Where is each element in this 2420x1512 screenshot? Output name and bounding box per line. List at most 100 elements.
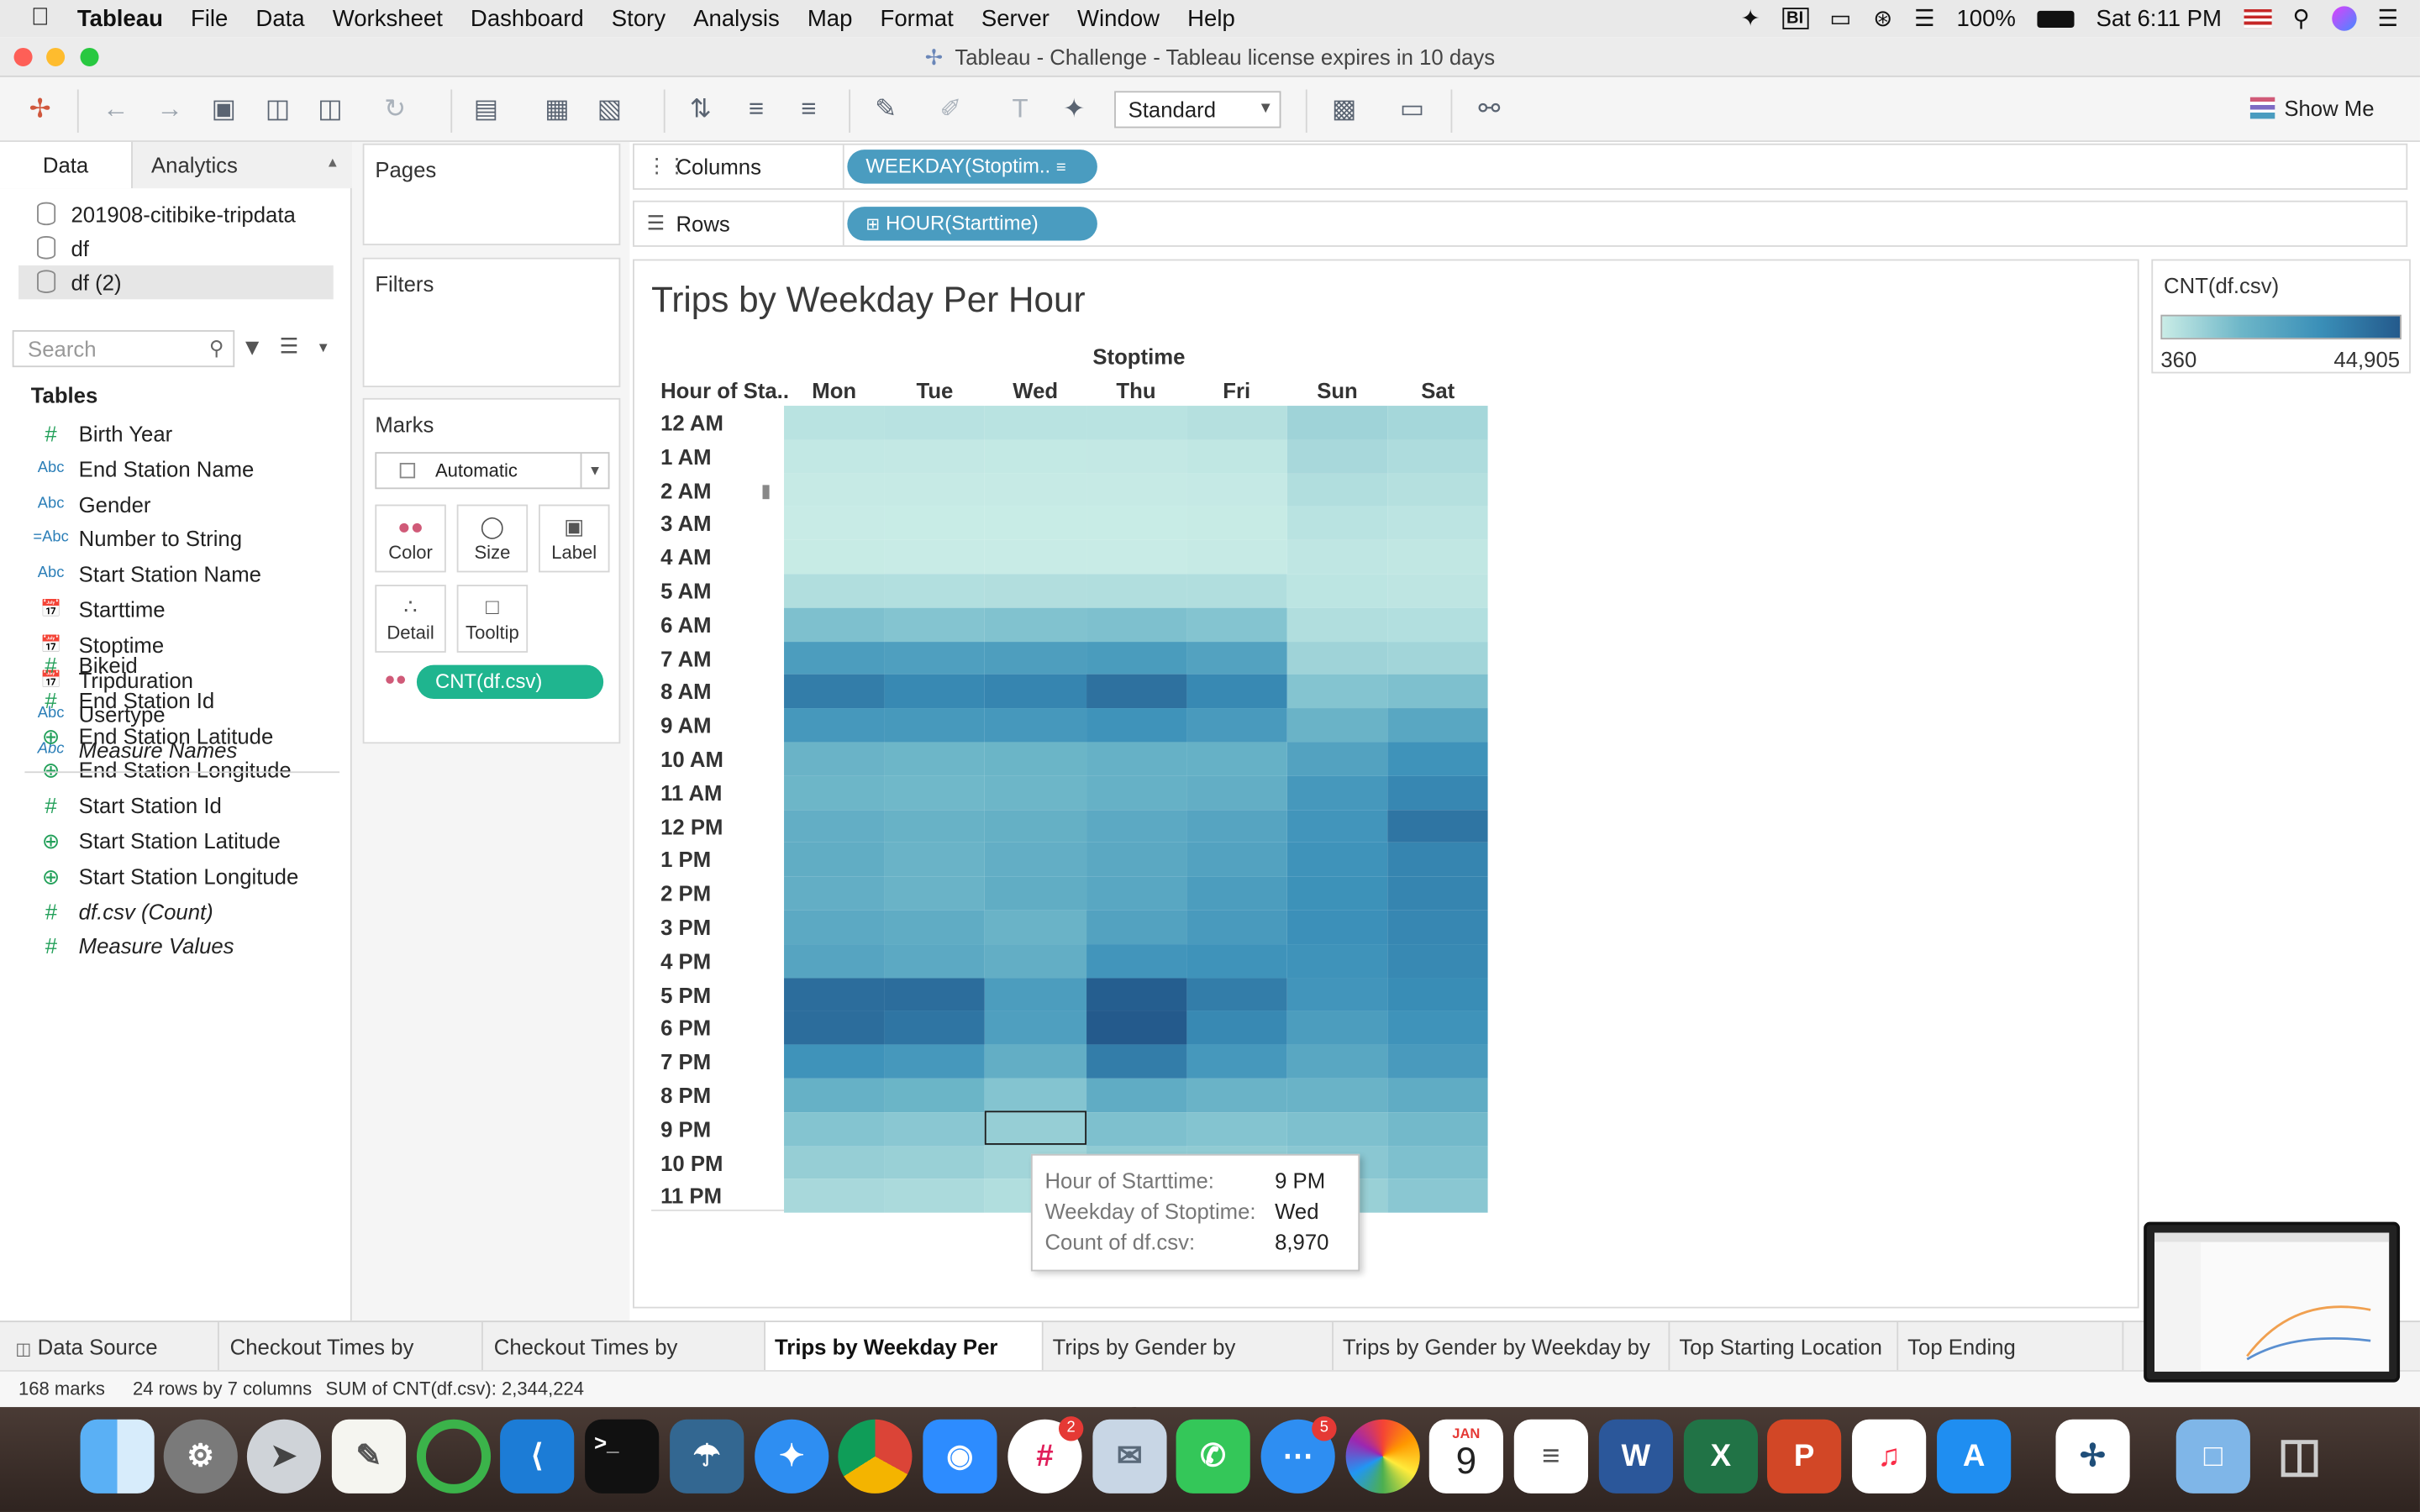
heatmap-cell[interactable] [784,977,885,1011]
menu-format[interactable]: Format [880,5,953,31]
field-end-station-id[interactable]: # End Station Id [24,683,341,717]
tab-trips-weekday-hour[interactable]: Trips by Weekday Per Hour [765,1322,1044,1409]
heatmap-cell[interactable] [1186,507,1287,541]
menu-analysis[interactable]: Analysis [693,5,780,31]
tab-data-source[interactable]: ◫ Data Source [6,1322,219,1372]
word-icon[interactable]: W [1598,1419,1673,1494]
heatmap-cell[interactable] [784,675,885,709]
tab-top-starting-location[interactable]: Top Starting Location [1670,1322,1899,1372]
excel-icon[interactable]: X [1683,1419,1759,1494]
new-worksheet-icon[interactable]: ▤ [469,92,502,126]
menu-help[interactable]: Help [1187,5,1235,31]
field-end-station-latitude[interactable]: ⊕ End Station Latitude [24,718,341,752]
heatmap-cell[interactable] [985,843,1086,877]
tab-checkout-times-users[interactable]: Checkout Times by Users [221,1322,483,1409]
heatmap-cell[interactable] [1186,1011,1287,1045]
facetime-icon[interactable]: ✆ [1176,1419,1250,1494]
heatmap-cell[interactable] [784,708,885,743]
heatmap-cell[interactable] [1086,1011,1187,1045]
trash-icon[interactable]: ◫ [2263,1420,2337,1494]
heatmap-cell[interactable] [1186,910,1287,944]
downloads-folder-icon[interactable]: □ [2175,1419,2250,1494]
heatmap-cell[interactable] [884,876,986,911]
airplay-icon[interactable]: ▭ [1829,5,1851,32]
heatmap-cell[interactable] [985,742,1086,776]
swap-rows-columns-icon[interactable]: ⇅ [684,92,718,126]
heatmap-cell[interactable] [884,1078,986,1112]
field-bikeid[interactable]: # Bikeid [24,648,341,681]
heatmap-cell[interactable] [884,540,986,575]
heatmap-cell[interactable] [884,977,986,1011]
row-label-8-am[interactable]: 8 AM [660,680,784,704]
wifi-icon[interactable]: ☰ [1914,5,1935,32]
row-label-3-pm[interactable]: 3 PM [660,915,784,939]
heatmap-cell[interactable] [1387,910,1489,944]
heatmap-cell[interactable] [1387,843,1489,877]
heatmap-cell[interactable] [884,574,986,608]
heatmap-cell[interactable] [1086,607,1187,642]
column-label-sat[interactable]: Sat [1388,378,1488,402]
data-source-citibike[interactable]: 201908-citibike-tripdata [18,197,334,231]
row-label-12-am[interactable]: 12 AM [660,411,784,435]
heatmap-cell[interactable] [784,876,885,911]
heatmap-cell[interactable] [884,809,986,843]
field-birth-year[interactable]: # Birth Year [24,417,341,450]
heatmap-cell[interactable] [985,1044,1086,1079]
row-label-5-pm[interactable]: 5 PM [660,982,784,1006]
row-label-9-am[interactable]: 9 AM [660,713,784,738]
tab-trips-gender-weekday[interactable]: Trips by Gender by Weekday [1044,1322,1334,1409]
row-label-12-pm[interactable]: 12 PM [660,814,784,838]
show-me-button[interactable]: Show Me [2249,96,2375,120]
view-options-chevron-icon[interactable]: ▼ [317,339,330,354]
tab-checkout-times-gender[interactable]: Checkout Times by Gender [485,1322,766,1409]
heatmap-cell[interactable] [1186,775,1287,810]
heatmap-cell[interactable] [1186,540,1287,575]
heatmap-cell[interactable] [985,439,1086,474]
heatmap-cell[interactable] [784,910,885,944]
column-label-mon[interactable]: Mon [784,378,884,402]
heatmap-cell[interactable] [1286,977,1388,1011]
heatmap-cell[interactable] [1086,876,1187,911]
field-start-station-longitude[interactable]: ⊕ Start Station Longitude [24,859,341,893]
heatmap-cell[interactable] [1186,1078,1287,1112]
heatmap-cell[interactable] [1186,843,1287,877]
heatmap-cell[interactable] [1387,507,1489,541]
heatmap-cell[interactable] [784,507,885,541]
heatmap-cell[interactable] [884,439,986,474]
system-preferences-icon[interactable]: ⚙ [163,1419,238,1494]
field-end-station-name[interactable]: Abc End Station Name [24,452,341,486]
field-start-station-name[interactable]: Abc Start Station Name [24,557,341,591]
field-df-csv-count[interactable]: # df.csv (Count) [24,895,341,928]
heatmap-cell[interactable] [1286,507,1388,541]
heatmap-cell[interactable] [1086,675,1187,709]
menu-worksheet[interactable]: Worksheet [333,5,443,31]
heatmap-cell[interactable] [1286,439,1388,474]
undo-icon[interactable]: ← [99,92,133,126]
detail-button[interactable]: ∴ Detail [375,585,446,653]
heatmap-cell[interactable] [884,1011,986,1045]
column-label-tue[interactable]: Tue [885,378,985,402]
view-options-icon[interactable]: ☰ [279,333,298,360]
fit-select[interactable]: Standard ▼ [1114,91,1281,129]
heatmap-cell[interactable] [1186,574,1287,608]
heatmap-cell[interactable] [884,641,986,675]
heatmap-cell[interactable] [784,607,885,642]
heatmap-cell[interactable] [1387,1111,1489,1146]
heatmap-cell[interactable] [1286,641,1388,675]
heatmap-cell[interactable] [884,910,986,944]
heatmap-cell[interactable] [1186,708,1287,743]
tableau-logo-icon[interactable]: ✢ [24,92,57,126]
rows-pill[interactable]: ⊞ HOUR(Starttime) [847,207,1097,241]
label-button[interactable]: ▣ Label [539,504,610,573]
heatmap-cell[interactable] [1186,977,1287,1011]
column-label-thu[interactable]: Thu [1086,378,1186,402]
search-input[interactable]: Search ⚲ [12,330,235,368]
vscode-icon[interactable]: ⟨ [500,1419,575,1494]
menu-story[interactable]: Story [612,5,666,31]
row-label-7-am[interactable]: 7 AM [660,646,784,670]
row-label-1-am[interactable]: 1 AM [660,444,784,469]
heatmap-cell[interactable] [985,1078,1086,1112]
heatmap-cell[interactable] [884,473,986,507]
heatmap-cell[interactable] [1286,574,1388,608]
heatmap-cell[interactable] [1086,775,1187,810]
